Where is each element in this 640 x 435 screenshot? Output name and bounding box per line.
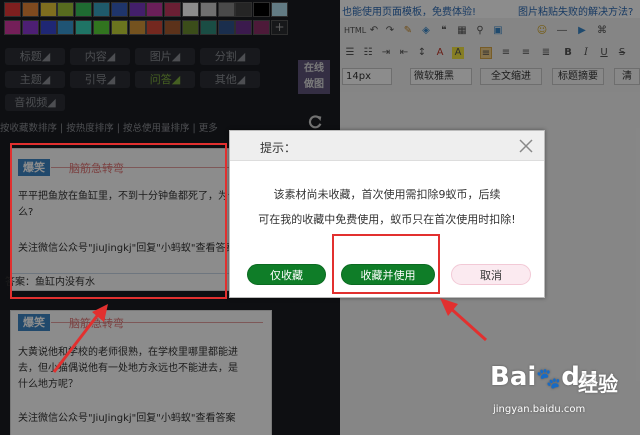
prompt-dialog: 提示： 该素材尚未收藏，首次使用需扣除9蚁币，后续 可在我的收藏中免费使用，蚁币… <box>229 130 545 298</box>
jingyan-text: 经验 <box>578 372 618 396</box>
collect-only-button[interactable]: 仅收藏 <box>247 264 326 285</box>
collect-and-use-button[interactable]: 收藏并使用 <box>341 264 435 285</box>
jingyan-url: jingyan.baidu.com <box>493 404 586 415</box>
close-icon[interactable] <box>517 137 535 155</box>
cancel-button[interactable]: 取消 <box>451 264 531 285</box>
dialog-header: 提示： <box>230 131 544 161</box>
baidu-jingyan-logo: Bai🐾du 经验 jingyan.baidu.com <box>490 362 638 432</box>
dialog-message-line-2: 可在我的收藏中免费使用，蚁币只在首次使用时扣除! <box>258 213 516 226</box>
dialog-title: 提示： <box>260 141 297 155</box>
dialog-message-line-1: 该素材尚未收藏，首次使用需扣除9蚁币，后续 <box>273 188 501 201</box>
